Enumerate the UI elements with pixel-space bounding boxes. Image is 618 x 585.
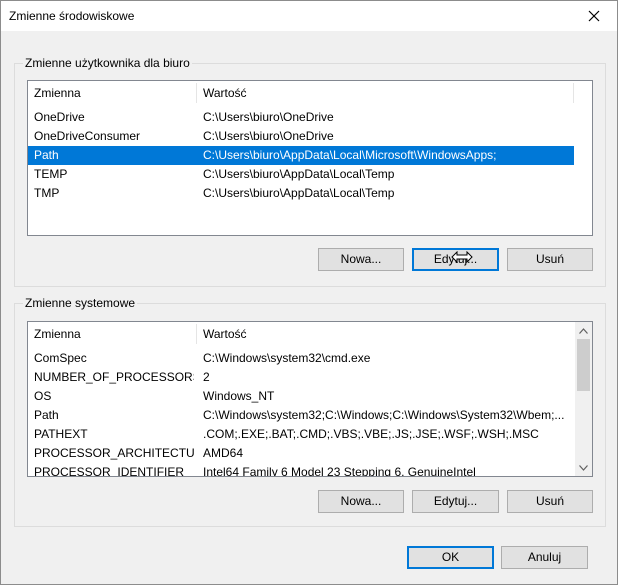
variable-name-cell: Path	[34, 408, 59, 422]
system-edit-button-label: Edytuj...	[433, 494, 478, 508]
system-delete-button-label: Usuń	[535, 494, 564, 508]
variable-name-cell: OneDriveConsumer	[34, 129, 141, 143]
variable-name-cell: NUMBER_OF_PROCESSORS	[34, 370, 194, 384]
user-new-button-label: Nowa...	[340, 252, 382, 266]
column-header-variable[interactable]: Zmienna	[28, 322, 196, 346]
chevron-down-icon	[579, 464, 588, 471]
system-list-scrollbar[interactable]	[575, 322, 592, 476]
variable-name-cell: TEMP	[34, 167, 68, 181]
variable-value-cell: C:\Users\biuro\AppData\Local\Temp	[203, 167, 395, 181]
variable-value-cell: 2	[203, 370, 210, 384]
user-list-header: Zmienna Wartość	[28, 81, 592, 105]
environment-variables-dialog: Zmienne środowiskowe Zmienne użytkownika…	[0, 0, 618, 585]
user-variable-row[interactable]: OneDriveConsumer C:\Users\biuro\OneDrive	[28, 127, 574, 146]
cancel-button[interactable]: Anuluj	[501, 546, 588, 569]
close-button[interactable]	[571, 1, 617, 31]
variable-name-cell: OneDrive	[34, 110, 85, 124]
system-variables-group: Zmienne systemowe Zmienna Wartość ComSpe…	[14, 296, 606, 527]
column-divider[interactable]	[573, 83, 574, 103]
variable-value-cell: C:\Users\biuro\OneDrive	[203, 110, 334, 124]
user-edit-button[interactable]: Edytuj...	[412, 248, 499, 271]
ok-button[interactable]: OK	[407, 546, 494, 569]
system-edit-button[interactable]: Edytuj...	[412, 490, 499, 513]
variable-name-cell: PROCESSOR_ARCHITECTURE	[34, 446, 194, 460]
scroll-thumb[interactable]	[577, 339, 590, 391]
system-delete-button[interactable]: Usuń	[507, 490, 593, 513]
user-variable-row[interactable]: Path C:\Users\biuro\AppData\Local\Microso…	[28, 146, 574, 165]
variable-value-cell: .COM;.EXE;.BAT;.CMD;.VBS;.VBE;.JS;.JSE;.…	[203, 427, 539, 441]
scroll-up-button[interactable]	[575, 322, 592, 339]
variable-name-cell: ComSpec	[34, 351, 87, 365]
variable-value-cell: C:\Windows\system32\cmd.exe	[203, 351, 371, 365]
column-header-value[interactable]: Wartość	[197, 322, 573, 346]
user-delete-button-label: Usuń	[535, 252, 564, 266]
system-new-button-label: Nowa...	[340, 494, 382, 508]
variable-name-cell: PROCESSOR_IDENTIFIER	[34, 465, 185, 477]
variable-value-cell: Windows_NT	[203, 389, 275, 403]
variable-value-cell: C:\Users\biuro\AppData\Local\Microsoft\W…	[203, 148, 497, 162]
variable-name-cell: Path	[34, 148, 59, 162]
system-variable-row[interactable]: Path C:\Windows\system32;C:\Windows;C:\Wi…	[28, 406, 574, 425]
user-variables-list[interactable]: Zmienna Wartość OneDrive C:\Users\biuro\O…	[27, 80, 593, 236]
column-header-variable[interactable]: Zmienna	[28, 81, 196, 105]
system-variable-row[interactable]: PATHEXT .COM;.EXE;.BAT;.CMD;.VBS;.VBE;.JS…	[28, 425, 574, 444]
user-variable-row[interactable]: TMP C:\Users\biuro\AppData\Local\Temp	[28, 184, 574, 203]
window-title: Zmienne środowiskowe	[9, 9, 135, 23]
variable-value-cell: AMD64	[203, 446, 244, 460]
user-variable-row[interactable]: TEMP C:\Users\biuro\AppData\Local\Temp	[28, 165, 574, 184]
chevron-up-icon	[579, 327, 588, 334]
title-bar[interactable]: Zmienne środowiskowe	[1, 1, 617, 31]
user-new-button[interactable]: Nowa...	[318, 248, 404, 271]
system-variables-legend: Zmienne systemowe	[23, 296, 138, 310]
variable-name-cell: OS	[34, 389, 52, 403]
system-variable-row[interactable]: ComSpec C:\Windows\system32\cmd.exe	[28, 349, 574, 368]
user-variables-legend: Zmienne użytkownika dla biuro	[23, 56, 192, 70]
variable-name-cell: PATHEXT	[34, 427, 88, 441]
user-variables-group: Zmienne użytkownika dla biuro Zmienna Wa…	[14, 56, 606, 287]
close-icon	[588, 10, 600, 22]
variable-value-cell: C:\Windows\system32;C:\Windows;C:\Window…	[203, 408, 565, 422]
cancel-button-label: Anuluj	[527, 550, 562, 564]
variable-name-cell: TMP	[34, 186, 60, 200]
user-delete-button[interactable]: Usuń	[507, 248, 593, 271]
system-variable-row[interactable]: PROCESSOR_IDENTIFIER Intel64 Family 6 Mod…	[28, 463, 574, 477]
system-variable-row[interactable]: OS Windows_NT	[28, 387, 574, 406]
ok-button-label: OK	[441, 550, 460, 564]
user-variable-row[interactable]: OneDrive C:\Users\biuro\OneDrive	[28, 108, 574, 127]
user-edit-button-label: Edytuj...	[433, 252, 478, 266]
scroll-down-button[interactable]	[575, 459, 592, 476]
system-new-button[interactable]: Nowa...	[318, 490, 404, 513]
variable-value-cell: C:\Users\biuro\OneDrive	[203, 129, 334, 143]
system-variables-list[interactable]: Zmienna Wartość ComSpec C:\Windows\system…	[27, 321, 593, 477]
system-variable-row[interactable]: PROCESSOR_ARCHITECTURE AMD64	[28, 444, 574, 463]
variable-value-cell: Intel64 Family 6 Model 23 Stepping 6, Ge…	[203, 465, 476, 477]
system-list-header: Zmienna Wartość	[28, 322, 575, 346]
system-variable-row[interactable]: NUMBER_OF_PROCESSORS 2	[28, 368, 574, 387]
variable-value-cell: C:\Users\biuro\AppData\Local\Temp	[203, 186, 395, 200]
column-header-value[interactable]: Wartość	[197, 81, 573, 105]
